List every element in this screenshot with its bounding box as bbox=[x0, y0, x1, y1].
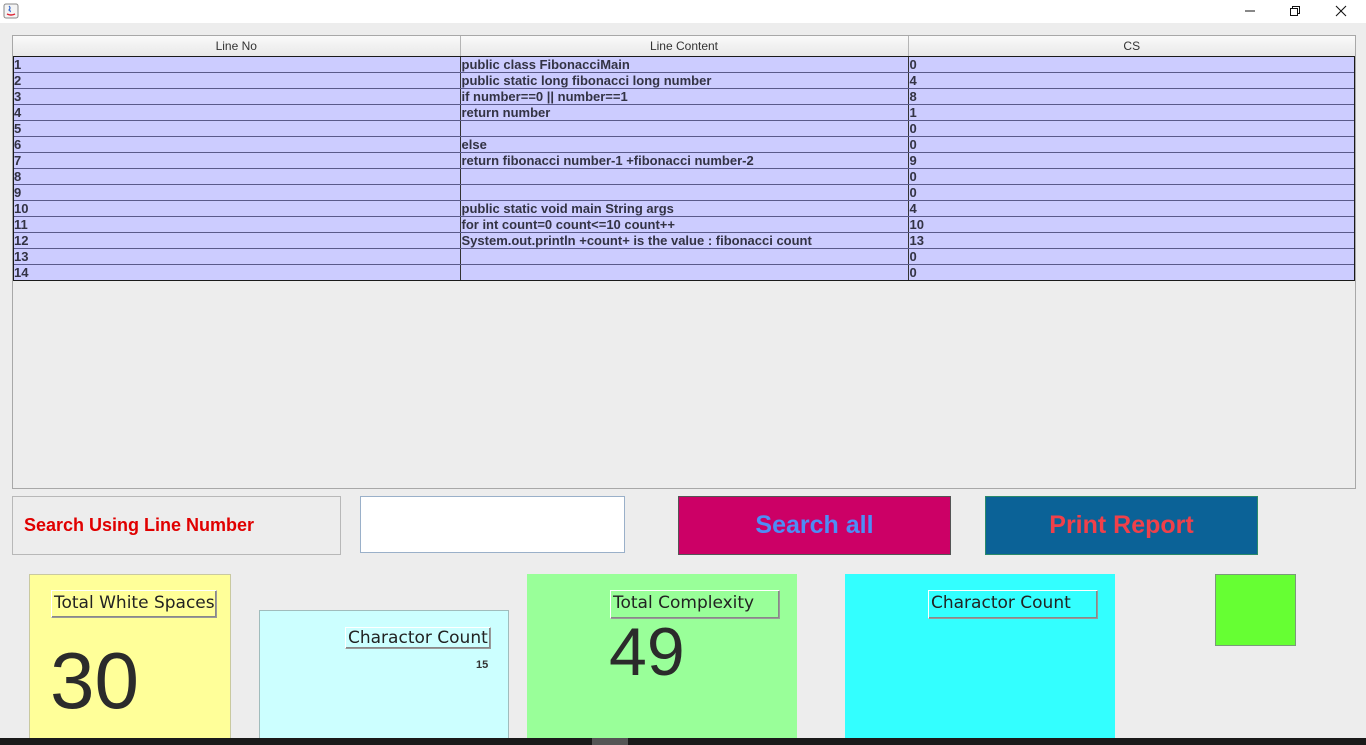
java-app-icon bbox=[3, 3, 19, 19]
cell-line-no[interactable]: 11 bbox=[13, 216, 461, 233]
table-row[interactable]: 14 0 bbox=[13, 264, 1355, 281]
table-row[interactable]: 80 bbox=[13, 168, 1355, 185]
line-number-search-input[interactable] bbox=[360, 496, 625, 553]
status-indicator-box bbox=[1215, 574, 1296, 646]
character-count-label: Charactor Count bbox=[345, 627, 491, 649]
table-row[interactable]: 2 public static long fibonacci long numbe… bbox=[13, 72, 1355, 89]
cell-cs[interactable]: 10 bbox=[908, 216, 1355, 233]
table-row[interactable]: 1 public class FibonacciMain 0 bbox=[13, 56, 1355, 73]
column-header-cs[interactable]: CS bbox=[908, 36, 1355, 57]
cell-cs[interactable]: 0 bbox=[908, 264, 1355, 281]
cell-line-content[interactable]: public class FibonacciMain bbox=[460, 56, 909, 73]
character-count-panel: Charactor Count 15 bbox=[259, 610, 509, 745]
cell-cs[interactable]: 4 bbox=[908, 200, 1355, 217]
table-row[interactable]: 4 return number 1 bbox=[13, 104, 1355, 121]
cell-line-no[interactable]: 10 bbox=[13, 200, 461, 217]
cell-line-no[interactable]: 4 bbox=[13, 104, 461, 121]
character-count-value: 15 bbox=[476, 659, 489, 671]
cell-line-no[interactable]: 5 bbox=[13, 120, 461, 137]
cell-line-content[interactable]: public static void main String args bbox=[460, 200, 909, 217]
window-titlebar bbox=[0, 0, 1366, 23]
cell-line-content[interactable] bbox=[460, 184, 909, 201]
column-header-line-no[interactable]: Line No bbox=[13, 36, 461, 57]
character-count-panel-2: Charactor Count bbox=[845, 574, 1115, 745]
character-count-label-2: Charactor Count bbox=[928, 590, 1098, 619]
cell-cs[interactable]: 8 bbox=[908, 88, 1355, 105]
cell-line-no[interactable]: 14 bbox=[13, 264, 461, 281]
cell-cs[interactable]: 9 bbox=[908, 152, 1355, 169]
white-spaces-value: 30 bbox=[50, 636, 139, 725]
white-spaces-panel: Total White Spaces 30 bbox=[29, 574, 231, 745]
cell-line-content[interactable] bbox=[460, 248, 909, 265]
cell-line-no[interactable]: 7 bbox=[13, 152, 461, 169]
cell-line-no[interactable]: 8 bbox=[13, 168, 461, 185]
cell-cs[interactable]: 13 bbox=[908, 232, 1355, 249]
taskbar-edge bbox=[0, 738, 1366, 745]
cell-cs[interactable]: 0 bbox=[908, 168, 1355, 185]
cell-cs[interactable]: 0 bbox=[908, 136, 1355, 153]
cell-line-content[interactable]: for int count=0 count<=10 count++ bbox=[460, 216, 909, 233]
table-row[interactable]: 7 return fibonacci number-1 +fibonacci nu… bbox=[13, 152, 1355, 169]
cell-cs[interactable]: 0 bbox=[908, 184, 1355, 201]
cell-cs[interactable]: 0 bbox=[908, 248, 1355, 265]
print-report-button[interactable]: Print Report bbox=[985, 496, 1258, 555]
cell-line-no[interactable]: 1 bbox=[13, 56, 461, 73]
search-label-panel: Search Using Line Number bbox=[12, 496, 341, 555]
white-spaces-label: Total White Spaces bbox=[51, 590, 217, 618]
table-row[interactable]: 6 else 0 bbox=[13, 136, 1355, 153]
cell-cs[interactable]: 0 bbox=[908, 56, 1355, 73]
cell-line-no[interactable]: 9 bbox=[13, 184, 461, 201]
cell-line-no[interactable]: 2 bbox=[13, 72, 461, 89]
table-row[interactable]: 10 public static void main String args 4 bbox=[13, 200, 1355, 217]
cell-line-no[interactable]: 3 bbox=[13, 88, 461, 105]
cell-line-content[interactable]: return number bbox=[460, 104, 909, 121]
total-complexity-panel: Total Complexity 49 bbox=[527, 574, 797, 745]
table-row[interactable]: 13 0 bbox=[13, 248, 1355, 265]
cell-line-content[interactable]: public static long fibonacci long number bbox=[460, 72, 909, 89]
column-header-line-content[interactable]: Line Content bbox=[460, 36, 909, 57]
table-row[interactable]: 11 for int count=0 count<=10 count++ 10 bbox=[13, 216, 1355, 233]
cell-line-content[interactable] bbox=[460, 264, 909, 281]
cell-cs[interactable]: 0 bbox=[908, 120, 1355, 137]
search-label: Search Using Line Number bbox=[24, 515, 255, 535]
cell-line-content[interactable]: return fibonacci number-1 +fibonacci num… bbox=[460, 152, 909, 169]
cell-line-no[interactable]: 13 bbox=[13, 248, 461, 265]
table-header-row: Line No Line Content CS bbox=[13, 36, 1355, 57]
line-table[interactable]: Line No Line Content CS 1 public class Fi… bbox=[13, 36, 1355, 281]
cell-cs[interactable]: 4 bbox=[908, 72, 1355, 89]
table-row[interactable]: 3 if number==0 || number==1 8 bbox=[13, 88, 1355, 105]
restore-button[interactable] bbox=[1272, 0, 1318, 22]
table-row[interactable]: 50 bbox=[13, 120, 1355, 137]
cell-cs[interactable]: 1 bbox=[908, 104, 1355, 121]
table-row[interactable]: 90 bbox=[13, 184, 1355, 201]
minimize-button[interactable] bbox=[1227, 0, 1273, 22]
taskbar-notch bbox=[592, 738, 628, 745]
cell-line-no[interactable]: 6 bbox=[13, 136, 461, 153]
cell-line-content[interactable]: else bbox=[460, 136, 909, 153]
cell-line-content[interactable]: System.out.println +count+ is the value … bbox=[460, 232, 909, 249]
table-row[interactable]: 12 System.out.println +count+ is the valu… bbox=[13, 232, 1355, 249]
cell-line-content[interactable] bbox=[460, 168, 909, 185]
cell-line-no[interactable]: 12 bbox=[13, 232, 461, 249]
cell-line-content[interactable]: if number==0 || number==1 bbox=[460, 88, 909, 105]
line-table-scrollpane[interactable]: Line No Line Content CS 1 public class Fi… bbox=[12, 35, 1356, 489]
search-all-button[interactable]: Search all bbox=[678, 496, 951, 555]
close-button[interactable] bbox=[1318, 0, 1364, 22]
total-complexity-value: 49 bbox=[609, 614, 685, 690]
cell-line-content[interactable] bbox=[460, 120, 909, 137]
